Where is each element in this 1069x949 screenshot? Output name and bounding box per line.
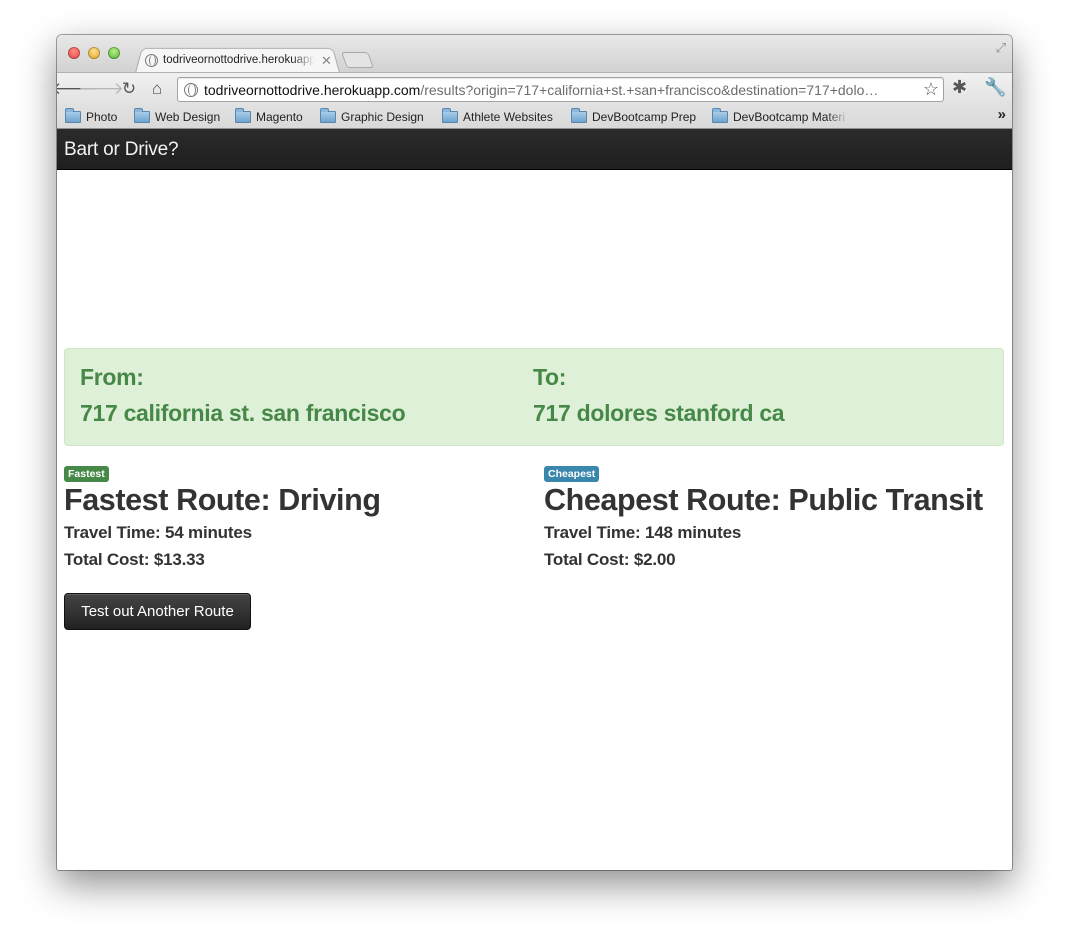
forward-arrow-icon[interactable]: 🡒 <box>78 78 124 100</box>
to-label: To: <box>533 364 567 390</box>
from-address: 717 california st. san francisco <box>80 400 406 426</box>
tab-strip: todriveornottodrive.herokuapp.com ✕ ⤢ <box>57 35 1012 73</box>
bookmark-label: Photo <box>86 109 118 124</box>
fastest-badge: Fastest <box>64 466 109 482</box>
folder-icon <box>65 107 81 123</box>
from-label: From: <box>80 364 144 390</box>
to-address: 717 dolores stanford ca <box>533 400 785 426</box>
bookmark-folder-athlete-websites[interactable]: Athlete Websites <box>442 107 553 126</box>
url-host: todriveornottodrive.herokuapp.com <box>204 81 421 98</box>
bookmark-label: Graphic Design <box>341 109 424 124</box>
page-info-globe-icon[interactable] <box>184 82 198 97</box>
bookmark-folder-graphic-design[interactable]: Graphic Design <box>320 107 424 126</box>
new-tab-button[interactable] <box>341 52 374 68</box>
fullscreen-icon[interactable]: ⤢ <box>996 40 1006 56</box>
browser-toolbar: 🡐 🡒 ↻ ⌂ todriveornottodrive.herokuapp.co… <box>57 72 1012 104</box>
bookmark-label: Web Design <box>155 109 221 124</box>
cheapest-route-title: Cheapest Route: Public Transit <box>544 483 983 517</box>
bookmark-folder-magento[interactable]: Magento <box>235 107 303 126</box>
folder-icon <box>235 107 251 123</box>
cheapest-total-cost: Total Cost: $2.00 <box>544 550 676 569</box>
cheapest-travel-time: Travel Time: 148 minutes <box>544 523 742 542</box>
address-bar[interactable]: todriveornottodrive.herokuapp.com/result… <box>177 77 944 102</box>
folder-icon <box>442 107 458 123</box>
bookmark-label: Athlete Websites <box>463 109 553 124</box>
bookmark-label: DevBootcamp Prep <box>592 109 697 124</box>
site-navbar: Bart or Drive? <box>57 129 1012 170</box>
fastest-travel-time: Travel Time: 54 minutes <box>64 523 252 542</box>
trip-summary-alert: From: 717 california st. san francisco T… <box>64 348 1004 446</box>
bookmark-folder-web-design[interactable]: Web Design <box>134 107 220 126</box>
bookmark-star-icon[interactable]: ☆ <box>923 79 939 100</box>
site-brand-link[interactable]: Bart or Drive? <box>64 139 179 161</box>
browser-tab-content[interactable]: todriveornottodrive.herokuapp.com ✕ <box>145 50 335 70</box>
folder-icon <box>134 107 150 123</box>
url-path: /results?origin=717+california+st.+san+f… <box>420 81 879 98</box>
bookmark-folder-devbootcamp-materials[interactable]: DevBootcamp Materi <box>712 107 849 126</box>
zoom-window-button[interactable] <box>108 47 120 59</box>
folder-icon <box>712 107 728 123</box>
folder-icon <box>571 107 587 123</box>
home-icon[interactable]: ⌂ <box>146 78 168 100</box>
bookmarks-overflow-chevron-icon[interactable]: » <box>998 106 1006 123</box>
fastest-total-cost: Total Cost: $13.33 <box>64 550 205 569</box>
bookmark-label: Magento <box>256 109 303 124</box>
fastest-route-title: Fastest Route: Driving <box>64 483 381 517</box>
folder-icon <box>320 107 336 123</box>
globe-icon <box>145 53 158 67</box>
bookmarks-bar: Photo Web Design Magento Graphic Design … <box>57 104 1012 129</box>
bookmark-label: DevBootcamp Materi <box>733 109 846 124</box>
test-another-route-button[interactable]: Test out Another Route <box>64 593 251 630</box>
cheapest-badge: Cheapest <box>544 466 600 482</box>
wrench-icon[interactable]: 🔧 <box>984 77 1006 98</box>
close-window-button[interactable] <box>68 47 80 59</box>
extension-bug-icon[interactable]: ✱ <box>952 77 967 98</box>
reload-icon[interactable]: ↻ <box>118 78 140 100</box>
bookmark-folder-photo[interactable]: Photo <box>65 107 117 126</box>
minimize-window-button[interactable] <box>88 47 100 59</box>
browser-window: todriveornottodrive.herokuapp.com ✕ ⤢ 🡐 … <box>57 35 1012 870</box>
close-tab-icon[interactable]: ✕ <box>321 54 332 67</box>
tab-title: todriveornottodrive.herokuapp.com <box>163 54 315 66</box>
address-url[interactable]: todriveornottodrive.herokuapp.com/result… <box>204 82 919 98</box>
bookmark-folder-devbootcamp-prep[interactable]: DevBootcamp Prep <box>571 107 696 126</box>
